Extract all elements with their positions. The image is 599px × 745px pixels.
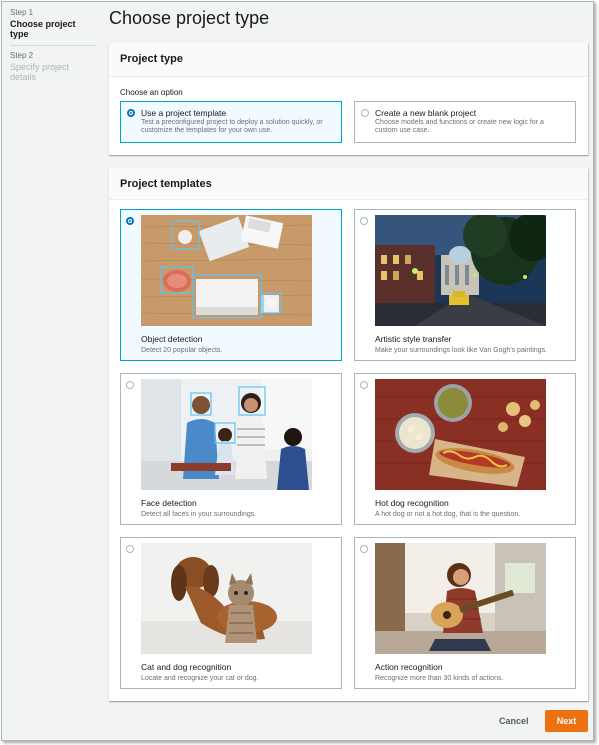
template-card-cat-and-dog-recognition[interactable]: Cat and dog recognition Locate and recog… [120,537,342,689]
page-title: Choose project type [109,8,270,28]
family-kitchen-photo [141,379,312,490]
radio-icon[interactable] [360,217,368,225]
radio-icon[interactable] [126,545,134,553]
card-description: Detect 20 popular objects. [141,347,223,354]
radio-icon[interactable] [126,381,134,389]
radio-icon[interactable] [360,545,368,553]
hot-dog-photo [375,379,546,490]
project-type-panel: Project type Choose an option Use a proj… [109,43,588,155]
option-use-template[interactable]: Use a project template Test a preconfigu… [120,101,342,143]
step-title: Specify project details [10,62,70,82]
card-title: Artistic style transfer [375,334,452,344]
card-title: Object detection [141,334,203,344]
option-description: Test a preconfigured project to deploy a… [141,119,323,134]
card-title: Hot dog recognition [375,498,449,508]
radio-selected-icon[interactable] [126,217,134,225]
template-card-action-recognition[interactable]: Action recognition Recognize more than 3… [354,537,576,689]
guitar-player-photo [375,543,546,654]
radio-icon[interactable] [360,381,368,389]
cancel-button[interactable]: Cancel [499,716,529,726]
step-number: Step 1 [10,8,34,17]
wizard-step-1[interactable]: Step 1 Choose project type [10,8,96,46]
office-desk-photo [141,215,312,326]
console-window: Step 1 Choose project type Step 2 Specif… [1,1,594,741]
step-title: Choose project type [10,19,76,39]
option-description: Choose models and functions or create ne… [375,119,544,134]
card-title: Action recognition [375,662,443,672]
card-description: Recognize more than 30 kinds of actions. [375,675,504,682]
template-card-object-detection[interactable]: Object detection Detect 20 popular objec… [120,209,342,361]
option-title: Create a new blank project [375,108,477,118]
card-title: Cat and dog recognition [141,662,232,672]
panel-header: Project templates [109,168,588,200]
wizard-steps-nav: Step 1 Choose project type Step 2 Specif… [2,2,100,740]
project-templates-panel: Project templates Object detection Detec… [109,168,588,701]
next-button[interactable]: Next [545,710,588,732]
card-description: A hot dog or not a hot dog, that is the … [375,511,521,518]
template-card-hot-dog-recognition[interactable]: Hot dog recognition A hot dog or not a h… [354,373,576,525]
option-title: Use a project template [141,108,227,118]
panel-header: Project type [109,43,588,77]
card-title: Face detection [141,498,197,508]
step-number: Step 2 [10,51,34,60]
cat-dog-photo [141,543,312,654]
template-card-face-detection[interactable]: Face detection Detect all faces in your … [120,373,342,525]
card-description: Make your surroundings look like Van Gog… [375,347,548,354]
radio-selected-icon[interactable] [127,109,135,117]
option-blank-project[interactable]: Create a new blank project Choose models… [354,101,576,143]
card-description: Detect all faces in your surroundings. [141,511,257,518]
night-street-photo [375,215,546,326]
template-card-artistic-style-transfer[interactable]: Artistic style transfer Make your surrou… [354,209,576,361]
card-description: Locate and recognize your cat or dog. [141,675,259,682]
wizard-step-2: Step 2 Specify project details [10,51,96,88]
options-prompt: Choose an option [120,88,183,97]
radio-icon[interactable] [361,109,369,117]
